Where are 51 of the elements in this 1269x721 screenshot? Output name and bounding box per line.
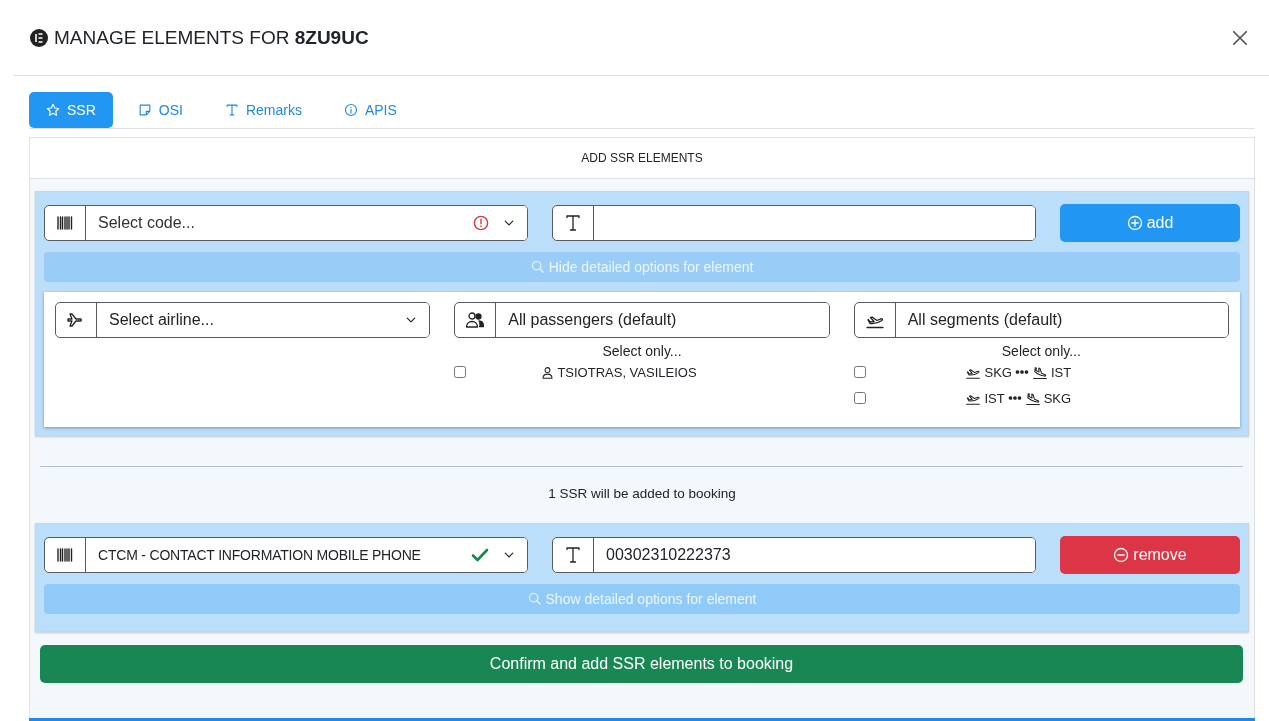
airline-placeholder: Select airline... — [109, 311, 215, 329]
section-heading: ADD SSR ELEMENTS — [30, 138, 1254, 179]
tab[interactable]: APIS — [326, 92, 414, 128]
info-icon — [343, 103, 358, 117]
select-only-label: Select only... — [1001, 343, 1081, 359]
summary-text: 1 SSR will be added to booking — [548, 486, 736, 501]
segments-select[interactable]: All segments (default) — [853, 302, 1229, 338]
passengers-value: All passengers (default) — [508, 311, 678, 329]
error-icon — [473, 215, 489, 231]
minus-circle-icon — [1113, 547, 1130, 563]
checkmark-icon — [471, 547, 489, 563]
barcode-icon — [56, 547, 74, 563]
code-value: CTCM - CONTACT INFORMATION MOBILE PHONE — [98, 547, 422, 563]
search-icon — [527, 592, 542, 606]
text-format-icon — [564, 214, 582, 232]
departure-code: IST — [984, 390, 1005, 406]
segments-value: All segments (default) — [907, 311, 1064, 329]
arrival-code: IST — [1050, 364, 1072, 380]
tab[interactable]: Remarks — [207, 92, 319, 128]
tab[interactable]: OSI — [120, 92, 200, 128]
departure-code: SKG — [984, 364, 1012, 380]
text-format-icon — [564, 546, 582, 564]
segment-checkbox[interactable] — [853, 392, 866, 404]
arrival-code: SKG — [1043, 390, 1072, 406]
search-icon — [530, 260, 545, 274]
landing-icon — [1024, 390, 1041, 406]
barcode-icon — [56, 215, 74, 231]
tab[interactable]: SSR — [29, 92, 113, 128]
logo-icon — [30, 28, 48, 47]
star-icon — [46, 103, 60, 117]
landing-icon — [1031, 364, 1048, 380]
text-format-icon — [224, 103, 239, 117]
dialog-title: MANAGE ELEMENTS FOR 8ZU9UC — [54, 26, 369, 49]
passenger-name: TSIOTRAS, VASILEIOS — [557, 364, 697, 380]
people-icon — [465, 311, 486, 329]
code-placeholder: Select code... — [98, 214, 196, 232]
plus-circle-icon — [1126, 215, 1143, 231]
code-select[interactable]: CTCM - CONTACT INFORMATION MOBILE PHONE — [44, 537, 528, 573]
segment-checkbox[interactable] — [853, 366, 866, 378]
note-icon — [137, 103, 152, 117]
passenger-checkbox[interactable] — [454, 366, 467, 378]
code-select[interactable]: Select code... — [44, 205, 528, 241]
remove-button[interactable]: remove — [1060, 536, 1240, 574]
airline-select[interactable]: Select airline... — [55, 302, 431, 338]
select-only-label: Select only... — [602, 343, 682, 359]
person-icon — [541, 365, 555, 379]
confirm-button[interactable]: Confirm and add SSR elements to booking — [40, 645, 1243, 683]
dots-icon — [1007, 395, 1022, 401]
add-button[interactable]: add — [1060, 204, 1240, 242]
dots-icon — [1014, 369, 1029, 375]
passengers-select[interactable]: All passengers (default) — [454, 302, 830, 338]
